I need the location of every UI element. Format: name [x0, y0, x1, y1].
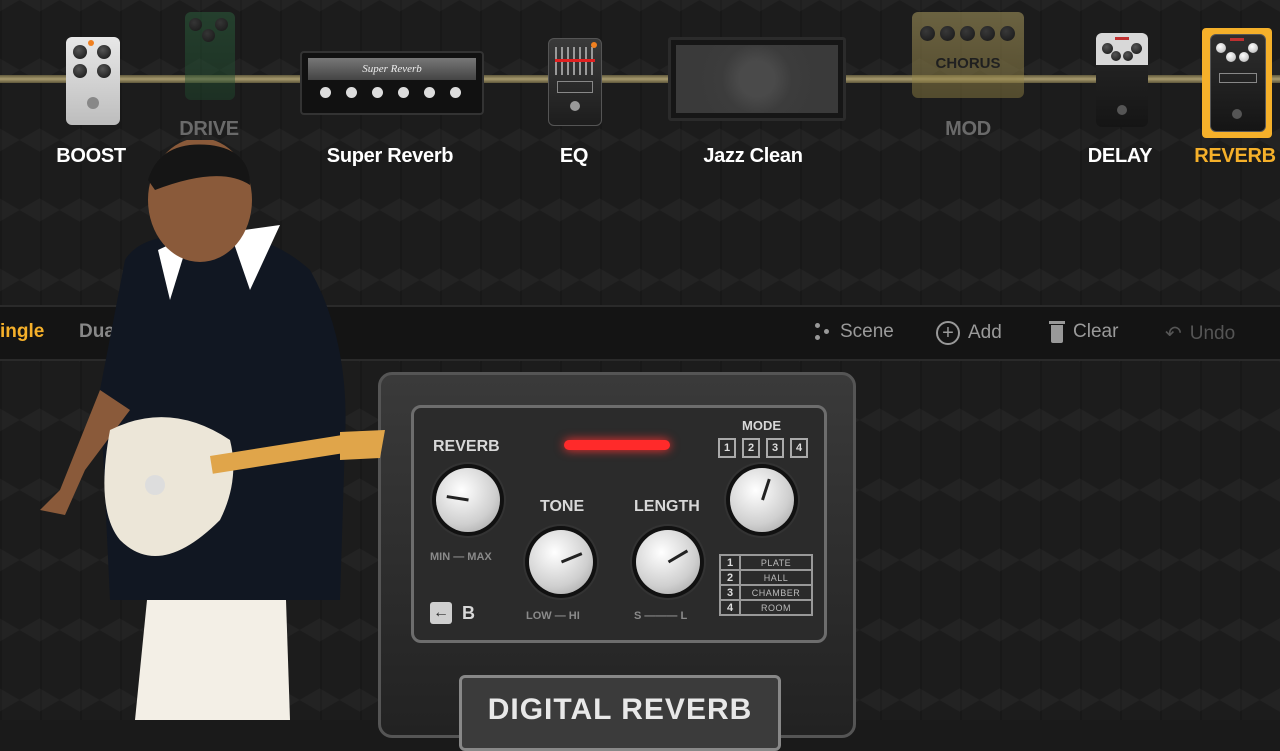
chain-item-mod[interactable]: CHORUS [912, 12, 1024, 98]
mode-legend: 1 PLATE 2 HALL 3 CHAMBER 4 ROOM [719, 554, 813, 616]
mode-row-name: CHAMBER [739, 584, 813, 601]
scene-dots-icon [814, 322, 832, 342]
chain-item-delay[interactable] [1096, 33, 1148, 127]
digital-reverb-pedal: REVERB MIN — MAX TONE LOW — HI LENGTH S … [378, 372, 856, 751]
drive-pedal-icon [185, 12, 235, 100]
arrow-left-icon: ← [430, 602, 452, 624]
mode-number-2: 2 [742, 438, 760, 458]
plus-circle-icon: + [936, 321, 960, 345]
chain-item-drive[interactable] [185, 12, 235, 100]
mode-row: 1 PLATE [719, 554, 813, 571]
reverb-knob-label: REVERB [433, 438, 500, 455]
reverb-min-label: MIN [430, 551, 451, 563]
chain-label-mod: MOD [945, 118, 991, 140]
mode-row-number: 1 [719, 554, 741, 571]
mode-number-3: 3 [766, 438, 784, 458]
chain-item-reverb[interactable] [1202, 28, 1272, 138]
knob-pointer [560, 552, 582, 564]
mode-row: 2 HALL [719, 569, 813, 586]
mode-number-4: 4 [790, 438, 808, 458]
tone-knob-label: TONE [540, 498, 585, 515]
tab-single-label: ingle [0, 321, 45, 342]
mode-row-name: HALL [739, 569, 813, 586]
reverb-max-label: MAX [467, 551, 492, 563]
undo-icon: ↶ [1165, 323, 1182, 345]
pedal-nameplate: DIGITAL REVERB [459, 675, 781, 751]
ab-toggle[interactable]: ← B [430, 602, 475, 624]
guitarist-photo [40, 140, 385, 720]
chorus-pedal-icon: CHORUS [912, 12, 1024, 98]
chain-label-eq: EQ [559, 145, 589, 167]
chain-label-drive: DRIVE [179, 118, 239, 140]
chain-label-reverb: REVERB [1194, 145, 1276, 167]
mode-knob[interactable] [730, 468, 794, 532]
mode-row-number: 4 [719, 599, 741, 616]
cabinet-icon [668, 37, 846, 121]
tone-max-label: HI [568, 610, 580, 622]
chain-item-eq[interactable] [548, 38, 602, 126]
pedal-led [564, 440, 670, 450]
knob-pointer [760, 478, 771, 501]
mode-row-name: PLATE [739, 554, 813, 571]
pedal-control-panel: REVERB MIN — MAX TONE LOW — HI LENGTH S … [411, 405, 827, 643]
chain-label-cab: Jazz Clean [703, 145, 803, 167]
mode-row: 4 ROOM [719, 599, 813, 616]
knob-pointer [667, 549, 688, 564]
add-button[interactable]: + Add [936, 321, 1002, 345]
mode-number-1: 1 [718, 438, 736, 458]
scene-label: Scene [840, 321, 894, 342]
mode-row-number: 2 [719, 569, 741, 586]
amp-head-icon: Super Reverb [300, 51, 484, 115]
reverb-pedal-icon [1210, 34, 1266, 132]
chain-item-cab[interactable] [668, 37, 846, 121]
chain-item-amp[interactable]: Super Reverb [300, 51, 484, 115]
undo-label: Undo [1189, 322, 1236, 344]
amp-logo: Super Reverb [308, 58, 476, 80]
add-label: Add [968, 322, 1002, 343]
tone-range-label: LOW — HI [526, 610, 580, 622]
mode-knob-label: MODE [742, 418, 781, 433]
chain-item-boost[interactable] [66, 37, 120, 125]
length-min-label: S [634, 610, 642, 622]
clear-label: Clear [1073, 321, 1119, 342]
length-knob-label: LENGTH [634, 498, 700, 515]
delay-pedal-icon [1096, 33, 1148, 127]
mode-row-number: 3 [719, 584, 741, 601]
knob-pointer [446, 495, 469, 502]
tone-min-label: LOW [526, 610, 552, 622]
ab-label: B [462, 602, 475, 623]
tone-knob[interactable] [529, 530, 593, 594]
chain-label-delay: DELAY [1087, 145, 1153, 167]
trash-icon [1049, 321, 1065, 343]
length-max-label: L [680, 610, 688, 622]
mode-row: 3 CHAMBER [719, 584, 813, 601]
eq-pedal-icon [548, 38, 602, 126]
scene-button[interactable]: Scene [814, 321, 894, 343]
chorus-logo: CHORUS [935, 55, 1001, 72]
reverb-knob[interactable] [436, 468, 500, 532]
length-range-label: S ——— L [634, 610, 688, 622]
boost-pedal-icon [66, 37, 120, 125]
length-knob[interactable] [636, 530, 700, 594]
clear-button[interactable]: Clear [1049, 321, 1118, 343]
mode-row-name: ROOM [739, 599, 813, 616]
tab-single[interactable]: ingle [0, 321, 44, 343]
reverb-range-label: MIN — MAX [430, 551, 492, 563]
undo-button[interactable]: ↶ Undo [1165, 321, 1235, 346]
